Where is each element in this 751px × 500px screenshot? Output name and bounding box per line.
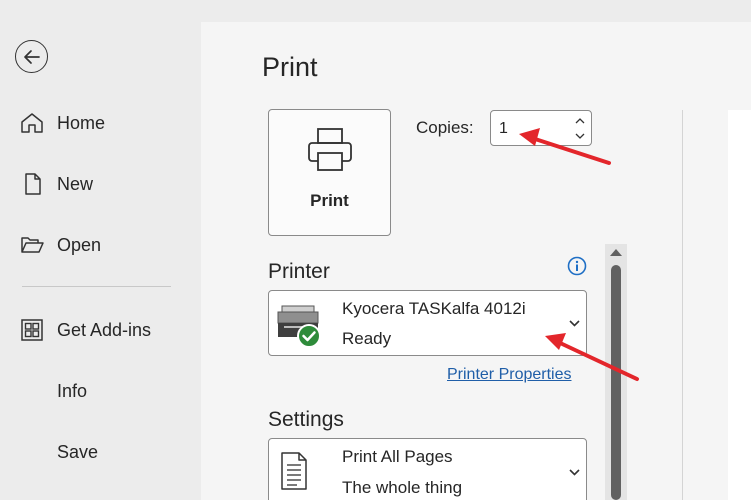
printer-ready-icon [277, 305, 321, 348]
nav-item-label: Info [57, 381, 88, 401]
printer-section-title: Printer [268, 260, 330, 283]
copies-stepper [490, 110, 592, 146]
nav-item-label: Get Add-ins [57, 320, 152, 340]
folder-open-icon [21, 237, 44, 253]
info-icon[interactable] [567, 256, 587, 276]
printer-properties-link[interactable]: Printer Properties [447, 366, 572, 384]
nav-item-label: Open [57, 235, 102, 255]
nav-item-info[interactable]: Info [0, 370, 201, 410]
nav-divider [22, 286, 171, 287]
grid-icon [21, 319, 43, 341]
document-icon [25, 173, 41, 195]
copies-decrement-button[interactable] [573, 129, 587, 143]
back-button[interactable] [15, 40, 48, 73]
chevron-down-icon [569, 320, 580, 327]
page-title: Print [262, 52, 318, 82]
nav-item-save[interactable]: Save [0, 431, 201, 471]
vertical-scrollbar[interactable] [605, 244, 627, 500]
printer-status: Ready [342, 329, 392, 348]
print-range-dropdown[interactable]: Print All Pages The whole thing [268, 438, 587, 500]
nav-item-get-add-ins[interactable]: Get Add-ins [0, 309, 201, 349]
nav-item-label: Home [57, 113, 106, 133]
scroll-up-arrow-icon[interactable] [609, 247, 623, 257]
nav-item-home[interactable]: Home [0, 102, 201, 142]
chevron-up-icon [575, 118, 585, 124]
print-button[interactable]: Print [268, 109, 391, 236]
chevron-down-icon [575, 133, 585, 139]
print-range-description: The whole thing [342, 478, 463, 497]
nav-item-label: New [57, 174, 94, 194]
scrollbar-thumb[interactable] [611, 265, 621, 500]
print-panel: Print Print Copies: Printer [201, 22, 751, 500]
back-arrow-icon [23, 49, 40, 64]
printer-icon [308, 128, 352, 171]
copies-input[interactable] [499, 118, 569, 140]
settings-section-title: Settings [268, 408, 344, 431]
panel-divider [682, 110, 683, 500]
print-button-label: Print [310, 191, 349, 210]
copies-increment-button[interactable] [573, 114, 587, 128]
printer-dropdown[interactable]: Kyocera TASKalfa 4012i Ready [268, 290, 587, 356]
nav-item-open[interactable]: Open [0, 224, 201, 264]
chevron-down-icon [569, 469, 580, 476]
copies-label: Copies: [416, 118, 474, 137]
print-preview [728, 110, 751, 500]
home-icon [21, 113, 43, 133]
pages-icon [281, 452, 307, 490]
printer-name: Kyocera TASKalfa 4012i [342, 299, 526, 318]
nav-item-label: Save [57, 442, 99, 462]
backstage-nav: Home New Open Get Add-ins Info Save [0, 0, 201, 500]
print-range-value: Print All Pages [342, 447, 453, 466]
nav-item-new[interactable]: New [0, 163, 201, 203]
